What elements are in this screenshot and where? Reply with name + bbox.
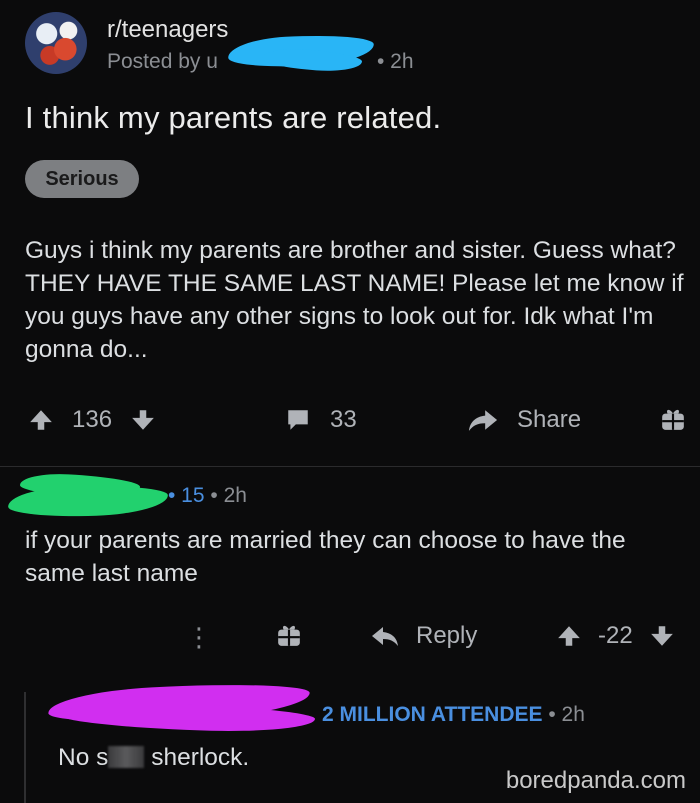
- comment-meta: • 15 • 2h: [168, 484, 247, 508]
- downvote-arrow-icon[interactable]: [649, 623, 675, 649]
- reply-button[interactable]: Reply: [370, 622, 477, 650]
- comment-count: 33: [330, 406, 357, 433]
- post-time: • 2h: [377, 50, 414, 73]
- thread-line[interactable]: [24, 692, 26, 803]
- share-label: Share: [517, 406, 582, 433]
- upvote-arrow-icon[interactable]: [556, 623, 582, 649]
- comment-body: if your parents are married they can cho…: [25, 527, 626, 587]
- downvote-arrow-icon[interactable]: [130, 407, 156, 433]
- censor-blur: [108, 746, 145, 768]
- subreddit-name[interactable]: r/teenagers: [107, 16, 228, 44]
- nested-text-start: No s: [58, 744, 109, 771]
- upvote-group: 136: [28, 406, 156, 434]
- reply-arrow-icon: [372, 627, 398, 646]
- nested-text-end: sherlock.: [144, 744, 250, 771]
- upvote-arrow-icon[interactable]: [28, 407, 54, 433]
- watermark: boredpanda.com: [505, 767, 686, 794]
- comment-bubble-icon: [288, 410, 308, 430]
- comment-score: • 15: [168, 484, 205, 507]
- comment-award-button[interactable]: [276, 622, 302, 648]
- user-flair: 2 MILLION ATTENDEE: [322, 703, 543, 726]
- award-button[interactable]: [660, 406, 686, 432]
- more-options-icon: ⋮: [186, 622, 212, 652]
- comments-button[interactable]: 33: [284, 406, 357, 434]
- gift-icon: [662, 409, 684, 430]
- subreddit-avatar[interactable]: [25, 12, 87, 74]
- more-options-button[interactable]: ⋮: [186, 622, 212, 653]
- section-divider: [0, 466, 700, 467]
- comment-time: • 2h: [210, 484, 247, 507]
- upvote-count: 136: [72, 406, 113, 433]
- posted-by-label: Posted by u: [107, 50, 218, 73]
- nested-comment-body: No s sherlock.: [58, 744, 249, 772]
- nested-comment-meta: 2 MILLION ATTENDEE • 2h: [322, 703, 585, 727]
- post-title[interactable]: I think my parents are related.: [25, 100, 441, 136]
- post-flair[interactable]: Serious: [25, 160, 139, 198]
- nested-comment-time: • 2h: [548, 703, 585, 726]
- comment-vote-count: -22: [598, 622, 633, 649]
- share-button[interactable]: Share: [467, 406, 581, 434]
- gift-icon: [278, 625, 300, 646]
- reply-label: Reply: [416, 622, 478, 649]
- post-body: Guys i think my parents are brother and …: [25, 237, 684, 363]
- comment-vote-group: -22: [556, 622, 675, 650]
- share-arrow-icon: [468, 410, 498, 431]
- post-byline: Posted by u: [107, 50, 218, 74]
